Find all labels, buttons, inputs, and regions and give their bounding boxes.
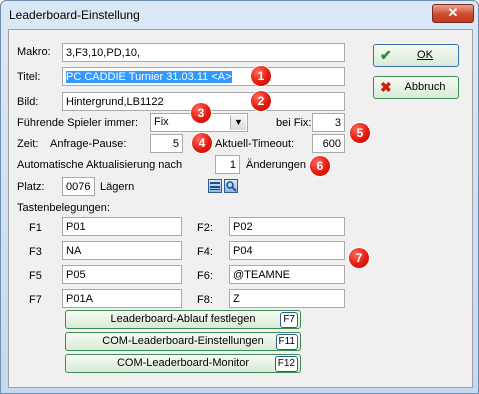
zeit-label: Zeit: (17, 138, 39, 150)
key-f2-input[interactable]: P02 (229, 217, 345, 236)
leaderboard-ablauf-label: Leaderboard-Ablauf festlegen (110, 313, 256, 325)
key-f8-label: F8: (197, 294, 213, 306)
callout-badge-1: 1 (251, 66, 271, 86)
bei-fix-input[interactable]: 3 (312, 113, 345, 132)
leaderboard-ablauf-button[interactable]: Leaderboard-Ablauf festlegen F7 (65, 310, 301, 329)
shortcut-f12-key: F12 (274, 356, 298, 372)
search-icon[interactable] (224, 179, 238, 193)
key-f6-input[interactable]: @TEAMNE (229, 265, 345, 284)
shortcut-f7-key: F7 (280, 312, 298, 328)
cancel-x-icon: ✖ (380, 79, 392, 95)
key-f5-input[interactable]: P05 (62, 265, 182, 284)
dialog-client-area: Makro: 3,F3,10,PD,10, Titel: PC CADDIE T… (8, 29, 473, 388)
abbruch-button[interactable]: ✖ Abbruch (373, 76, 459, 99)
ok-label: OK (417, 49, 433, 61)
com-leaderboard-einstellungen-button[interactable]: COM-Leaderboard-Einstellungen F11 (65, 332, 301, 351)
key-f6-label: F6: (197, 270, 213, 282)
callout-badge-7: 7 (349, 248, 369, 268)
com-einstellungen-label: COM-Leaderboard-Einstellungen (102, 335, 264, 347)
callout-badge-2: 2 (251, 91, 271, 111)
course-list-icon[interactable] (208, 179, 222, 193)
platz-label: Platz: (17, 181, 45, 193)
bild-label: Bild: (17, 96, 39, 108)
key-f5-label: F5 (29, 270, 42, 282)
callout-badge-5: 5 (350, 123, 370, 143)
callout-badge-4: 4 (192, 133, 212, 153)
auto-update-suffix: Änderungen (246, 159, 306, 171)
bei-fix-label: bei Fix: (276, 117, 312, 129)
platz-name: Lägern (100, 181, 135, 193)
key-f1-label: F1 (29, 222, 42, 234)
key-f4-input[interactable]: P04 (229, 241, 345, 260)
checkmark-icon: ✔ (380, 47, 392, 63)
key-f3-input[interactable]: NA (62, 241, 182, 260)
com-monitor-label: COM-Leaderboard-Monitor (116, 357, 250, 369)
auto-update-input[interactable]: 1 (215, 155, 240, 174)
anfrage-pause-input[interactable]: 5 (150, 134, 183, 153)
timeout-input[interactable]: 600 (312, 134, 345, 153)
chevron-down-icon[interactable]: ▼ (230, 115, 246, 130)
fuehrende-selected-value: Fix (154, 116, 169, 128)
titel-label: Titel: (17, 71, 41, 83)
key-f1-input[interactable]: P01 (62, 217, 182, 236)
dialog-window: Leaderboard-Einstellung ✕ Makro: 3,F3,10… (0, 0, 479, 394)
titel-selected-text: PC CADDIE Turnier 31.03.11 <A> (66, 71, 232, 83)
makro-input[interactable]: 3,F3,10,PD,10, (62, 43, 345, 62)
anfrage-pause-label: Anfrage-Pause: (50, 138, 127, 150)
fuehrende-label: Führende Spieler immer: (17, 117, 139, 129)
shortcut-f11-key: F11 (275, 334, 298, 350)
tastenbelegungen-label: Tastenbelegungen: (17, 202, 110, 214)
key-f3-label: F3 (29, 246, 42, 258)
platz-code-input[interactable]: 0076 (62, 177, 95, 196)
auto-update-label: Automatische Aktualisierung nach (17, 159, 183, 171)
makro-label: Makro: (17, 46, 51, 58)
key-f7-input[interactable]: P01A (62, 289, 182, 308)
callout-badge-3: 3 (191, 103, 211, 123)
key-f4-label: F4: (197, 246, 213, 258)
ok-button[interactable]: ✔ OK (373, 44, 459, 67)
close-button[interactable]: ✕ (432, 4, 474, 23)
callout-badge-6: 6 (310, 156, 330, 176)
titel-input[interactable]: PC CADDIE Turnier 31.03.11 <A> (62, 67, 345, 86)
abbruch-label: Abbruch (404, 81, 446, 93)
title-bar[interactable]: Leaderboard-Einstellung ✕ (1, 1, 478, 29)
window-title: Leaderboard-Einstellung (9, 8, 140, 22)
key-f8-input[interactable]: Z (229, 289, 345, 308)
com-leaderboard-monitor-button[interactable]: COM-Leaderboard-Monitor F12 (65, 354, 301, 373)
timeout-label: Aktuell-Timeout: (215, 138, 295, 150)
key-f7-label: F7 (29, 294, 42, 306)
key-f2-label: F2: (197, 222, 213, 234)
